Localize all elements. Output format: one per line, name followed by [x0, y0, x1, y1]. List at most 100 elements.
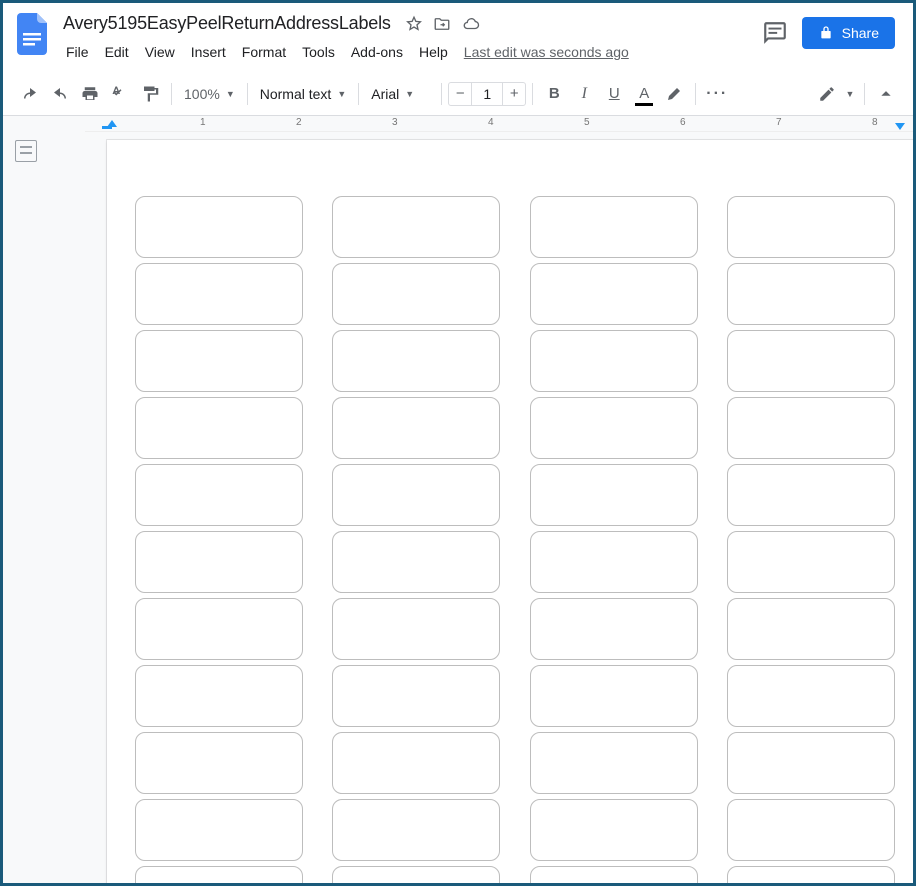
label-box[interactable] [135, 531, 303, 593]
outline-toggle-icon[interactable] [15, 140, 37, 162]
label-box[interactable] [727, 196, 895, 258]
label-cell[interactable] [530, 732, 698, 794]
label-cell[interactable] [135, 866, 303, 883]
horizontal-ruler[interactable]: 12345678 [85, 116, 913, 132]
label-box[interactable] [135, 799, 303, 861]
label-cell[interactable] [727, 330, 895, 392]
label-cell[interactable] [332, 263, 500, 325]
label-cell[interactable] [332, 732, 500, 794]
label-cell[interactable] [530, 330, 698, 392]
label-cell[interactable] [332, 866, 500, 883]
label-cell[interactable] [727, 464, 895, 526]
label-cell[interactable] [135, 598, 303, 660]
label-cell[interactable] [135, 464, 303, 526]
label-cell[interactable] [727, 598, 895, 660]
label-box[interactable] [727, 330, 895, 392]
label-box[interactable] [332, 330, 500, 392]
page[interactable] [107, 140, 913, 883]
zoom-dropdown[interactable]: 100%▼ [178, 82, 241, 106]
label-box[interactable] [727, 799, 895, 861]
label-box[interactable] [135, 330, 303, 392]
label-cell[interactable] [530, 665, 698, 727]
label-cell[interactable] [530, 263, 698, 325]
label-cell[interactable] [135, 196, 303, 258]
label-cell[interactable] [332, 665, 500, 727]
comments-icon[interactable] [762, 20, 788, 46]
label-cell[interactable] [135, 799, 303, 861]
label-box[interactable] [135, 866, 303, 883]
label-cell[interactable] [135, 263, 303, 325]
label-box[interactable] [135, 397, 303, 459]
label-box[interactable] [727, 464, 895, 526]
label-cell[interactable] [530, 464, 698, 526]
menu-view[interactable]: View [138, 40, 182, 64]
redo-button[interactable] [46, 80, 74, 108]
more-toolbar-button[interactable]: ··· [703, 80, 731, 108]
label-cell[interactable] [530, 598, 698, 660]
label-cell[interactable] [332, 799, 500, 861]
label-cell[interactable] [332, 397, 500, 459]
label-box[interactable] [135, 196, 303, 258]
label-cell[interactable] [332, 531, 500, 593]
cloud-status-icon[interactable] [461, 15, 481, 33]
label-cell[interactable] [135, 531, 303, 593]
document-title[interactable]: Avery5195EasyPeelReturnAddressLabels [59, 11, 395, 36]
font-size-decrease[interactable]: − [448, 82, 472, 106]
label-box[interactable] [530, 196, 698, 258]
label-cell[interactable] [332, 598, 500, 660]
label-cell[interactable] [727, 799, 895, 861]
editing-mode-caret[interactable]: ▼ [843, 80, 857, 108]
label-cell[interactable] [530, 866, 698, 883]
label-box[interactable] [332, 598, 500, 660]
paragraph-style-dropdown[interactable]: Normal text▼ [254, 82, 353, 106]
text-color-button[interactable]: A [630, 80, 658, 108]
italic-button[interactable]: I [570, 80, 598, 108]
ruler-indent-right-marker[interactable] [895, 123, 905, 130]
label-cell[interactable] [332, 196, 500, 258]
label-box[interactable] [530, 531, 698, 593]
paint-format-button[interactable] [136, 80, 164, 108]
label-cell[interactable] [727, 665, 895, 727]
label-cell[interactable] [727, 531, 895, 593]
label-cell[interactable] [727, 866, 895, 883]
editing-mode-button[interactable] [813, 80, 841, 108]
label-box[interactable] [332, 866, 500, 883]
menu-tools[interactable]: Tools [295, 40, 342, 64]
hide-menus-button[interactable] [872, 80, 900, 108]
menu-file[interactable]: File [59, 40, 96, 64]
label-cell[interactable] [135, 665, 303, 727]
label-cell[interactable] [530, 397, 698, 459]
label-box[interactable] [530, 263, 698, 325]
label-box[interactable] [727, 665, 895, 727]
label-cell[interactable] [135, 330, 303, 392]
undo-button[interactable] [16, 80, 44, 108]
label-box[interactable] [530, 732, 698, 794]
share-button[interactable]: Share [802, 17, 895, 49]
label-cell[interactable] [530, 799, 698, 861]
label-cell[interactable] [135, 732, 303, 794]
label-box[interactable] [530, 464, 698, 526]
label-box[interactable] [332, 531, 500, 593]
docs-logo-icon[interactable] [15, 11, 51, 57]
menu-format[interactable]: Format [235, 40, 293, 64]
label-box[interactable] [135, 263, 303, 325]
font-size-increase[interactable]: + [502, 82, 526, 106]
bold-button[interactable]: B [540, 80, 568, 108]
label-box[interactable] [530, 866, 698, 883]
label-box[interactable] [727, 732, 895, 794]
label-box[interactable] [727, 263, 895, 325]
page-scroll-container[interactable] [85, 132, 913, 883]
move-folder-icon[interactable] [433, 15, 451, 33]
label-box[interactable] [332, 732, 500, 794]
label-box[interactable] [135, 732, 303, 794]
label-box[interactable] [727, 866, 895, 883]
highlight-color-button[interactable] [660, 80, 688, 108]
menu-addons[interactable]: Add-ons [344, 40, 410, 64]
label-box[interactable] [727, 397, 895, 459]
label-box[interactable] [332, 665, 500, 727]
label-box[interactable] [332, 464, 500, 526]
font-dropdown[interactable]: Arial▼ [365, 82, 435, 106]
label-cell[interactable] [727, 397, 895, 459]
label-box[interactable] [332, 799, 500, 861]
label-cell[interactable] [530, 531, 698, 593]
